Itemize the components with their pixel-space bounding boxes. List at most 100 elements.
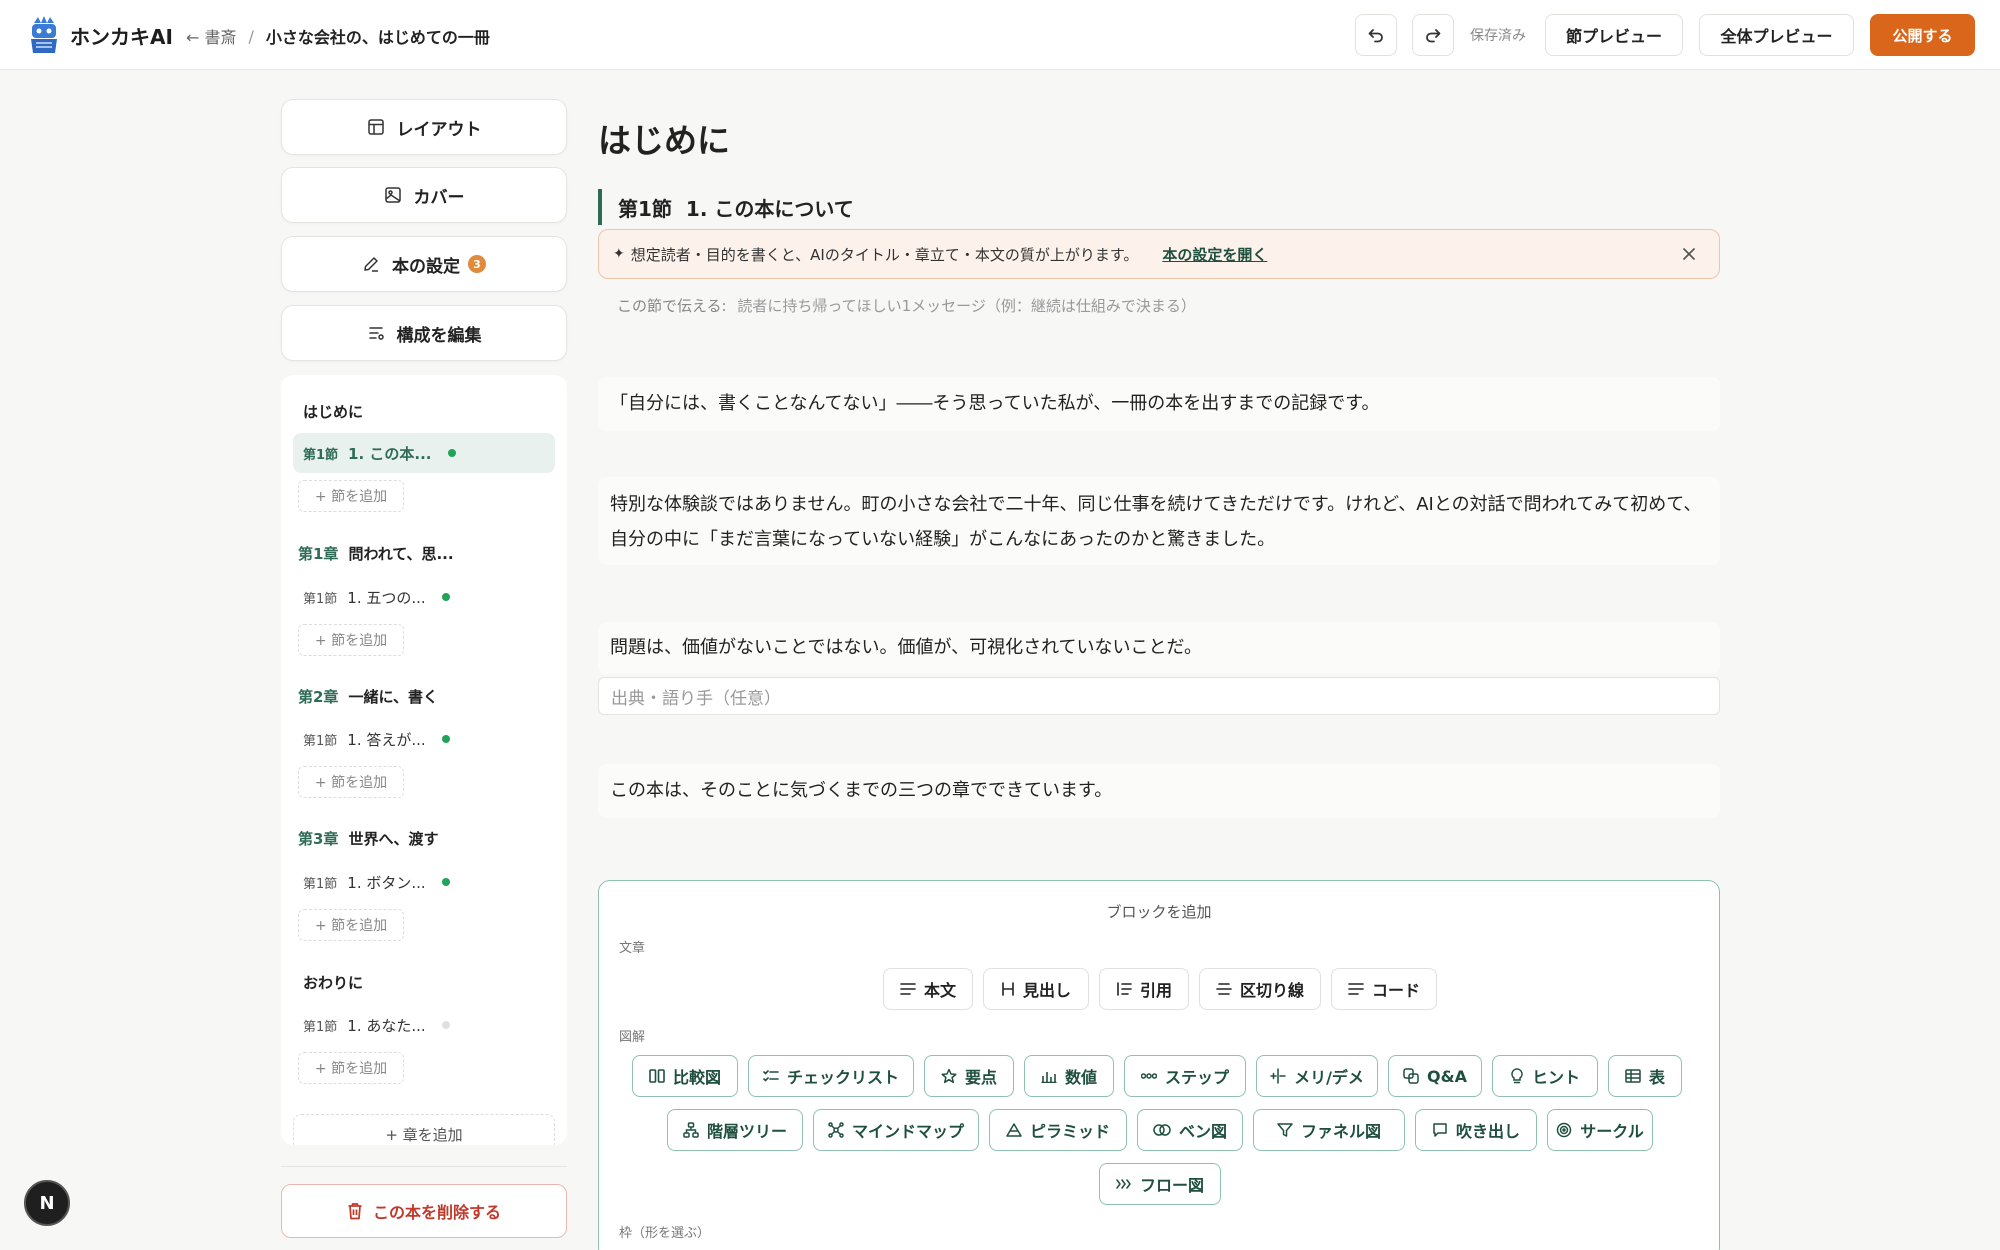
toc-chapter-title[interactable]: 第2章 一緒に、書く [298,686,438,707]
status-dot [447,449,456,457]
section-message-field[interactable]: この節で伝える: 読者に持ち帰ってほしい1メッセージ（例：継続は仕組みで決まる） [617,295,1196,316]
add-steps-button[interactable]: ステップ [1124,1055,1246,1097]
quote-block[interactable]: 問題は、価値がないことではない。価値が、可視化されていないことだ。 [598,622,1720,674]
add-block-panel: ブロックを追加 文章 本文 見出し 引用 区切り線 コード 図解 比較図 チェッ… [598,880,1720,1250]
add-circle-button[interactable]: サークル [1547,1109,1653,1151]
heading-icon [1001,982,1015,996]
edit-structure-button[interactable]: 構成を編集 [281,305,567,361]
quote-source-input[interactable]: 出典・語り手（任意） [598,677,1720,715]
add-mindmap-button[interactable]: マインドマップ [813,1109,979,1151]
section-preview-button[interactable]: 節プレビュー [1545,14,1683,56]
open-settings-link[interactable]: 本の設定を開く [1162,244,1267,265]
section-heading[interactable]: 第1節 1. この本について [598,189,854,225]
table-icon [1625,1069,1641,1083]
toc-section-item[interactable]: 第1節 1. ボタン... [293,862,555,902]
add-speech-bubble-button[interactable]: 吹き出し [1415,1109,1537,1151]
add-chapter-button[interactable]: + 章を追加 [293,1114,555,1145]
app-logo[interactable]: ホンカキAI [28,15,173,55]
toc-section-item[interactable]: 第1節 1. 答えが... [293,719,555,759]
columns-icon [649,1068,665,1084]
notice-text: 想定読者・目的を書くと、AIのタイトル・章立て・本文の質が上がります。 [630,245,1139,264]
trash-icon [347,1202,363,1220]
divider-icon [1216,982,1232,996]
qa-icon [1403,1068,1419,1084]
add-heading-button[interactable]: 見出し [983,968,1089,1010]
settings-count-badge: 3 [468,255,486,273]
toc-chapter-title[interactable]: 第1章 問われて、思... [298,543,454,564]
add-pyramid-button[interactable]: ピラミッド [989,1109,1127,1151]
add-number-button[interactable]: 数値 [1024,1055,1114,1097]
undo-button[interactable] [1355,14,1397,56]
section-number: 第1節 [618,196,672,221]
add-section-button[interactable]: + 節を追加 [298,624,404,656]
breadcrumb-separator: / [248,26,254,46]
add-pros-cons-button[interactable]: メリ/デメ [1256,1055,1378,1097]
toc-section-item[interactable]: 第1節 1. 五つの... [293,577,555,617]
book-settings-button[interactable]: 本の設定 3 [281,236,567,292]
paragraph-block[interactable]: この本は、そのことに気づくまでの三つの章でできています。 [598,764,1720,818]
add-qa-button[interactable]: Q&A [1388,1055,1482,1097]
redo-icon [1424,26,1442,44]
add-tree-button[interactable]: 階層ツリー [667,1109,803,1151]
add-code-button[interactable]: コード [1331,968,1437,1010]
section-message-placeholder: 読者に持ち帰ってほしい1メッセージ（例：継続は仕組みで決まる） [737,297,1196,315]
app-name: ホンカキAI [70,24,173,49]
status-dot [441,878,450,886]
code-icon [1348,982,1364,996]
book-settings-label: 本の設定 [392,256,460,277]
add-divider-button[interactable]: 区切り線 [1199,968,1321,1010]
add-hint-button[interactable]: ヒント [1492,1055,1598,1097]
lightbulb-icon [1510,1068,1524,1084]
toc-group-title[interactable]: おわりに [303,972,363,993]
breadcrumb: ← 書斎 / 小さな会社の、はじめての一冊 [186,24,490,48]
pyramid-icon [1006,1123,1022,1137]
delete-book-button[interactable]: この本を削除する [281,1184,567,1238]
add-section-button[interactable]: + 節を追加 [298,766,404,798]
add-table-button[interactable]: 表 [1608,1055,1682,1097]
hierarchy-icon [683,1122,699,1138]
add-quote-button[interactable]: 引用 [1099,968,1189,1010]
toc-section-item[interactable]: 第1節 1. あなた... [293,1005,555,1045]
add-keypoint-button[interactable]: 要点 [924,1055,1014,1097]
speech-bubble-icon [1432,1122,1448,1138]
star-icon [941,1068,957,1084]
section-title: 1. この本について [685,196,854,221]
layout-button[interactable]: レイアウト [281,99,567,155]
add-venn-button[interactable]: ベン図 [1137,1109,1243,1151]
edit-structure-label: 構成を編集 [396,325,482,346]
publish-button[interactable]: 公開する [1870,14,1975,56]
layout-icon [367,118,385,136]
add-comparison-button[interactable]: 比較図 [632,1055,738,1097]
image-icon [384,186,402,204]
redo-button[interactable] [1412,14,1454,56]
cover-button[interactable]: カバー [281,167,567,223]
close-icon[interactable] [1681,246,1697,262]
book-title: 小さな会社の、はじめての一冊 [265,28,490,47]
dots-icon [1140,1072,1157,1080]
add-flow-button[interactable]: フロー図 [1099,1163,1221,1205]
add-section-button[interactable]: + 節を追加 [298,1052,404,1084]
bar-chart-icon [1041,1069,1057,1083]
section-message-label: この節で伝える: [617,297,727,315]
plus-minus-icon [1270,1068,1286,1084]
add-body-text-button[interactable]: 本文 [883,968,973,1010]
status-dot [441,735,450,743]
add-checklist-button[interactable]: チェックリスト [748,1055,914,1097]
toc-chapter-title[interactable]: 第3章 世界へ、渡す [298,828,438,849]
add-section-button[interactable]: + 節を追加 [298,480,404,512]
page-title[interactable]: はじめに [598,114,730,162]
paragraph-block[interactable]: 「自分には、書くことなんてない」――そう思っていた私が、一冊の本を出すまでの記録… [598,377,1720,431]
paragraph-icon [900,982,916,996]
paragraph-block[interactable]: 特別な体験談ではありません。町の小さな会社で二十年、同じ仕事を続けてきただけです… [598,477,1720,565]
dev-tools-badge[interactable]: N [24,1180,70,1226]
toc-group-title[interactable]: はじめに [303,401,363,422]
flow-chevrons-icon [1116,1178,1132,1190]
toc-section-item[interactable]: 第1節 1. この本... [293,433,555,473]
category-frame-label: 枠（形を選ぶ） [619,1226,711,1241]
full-preview-button[interactable]: 全体プレビュー [1699,14,1854,56]
back-to-library-link[interactable]: ← 書斎 [186,24,237,48]
table-of-contents: はじめに 第1節 1. この本... + 節を追加 第1章 問われて、思... 第… [281,375,567,1145]
sparkle-icon: ✦ [613,246,625,262]
add-funnel-button[interactable]: ファネル図 [1253,1109,1405,1151]
add-section-button[interactable]: + 節を追加 [298,909,404,941]
